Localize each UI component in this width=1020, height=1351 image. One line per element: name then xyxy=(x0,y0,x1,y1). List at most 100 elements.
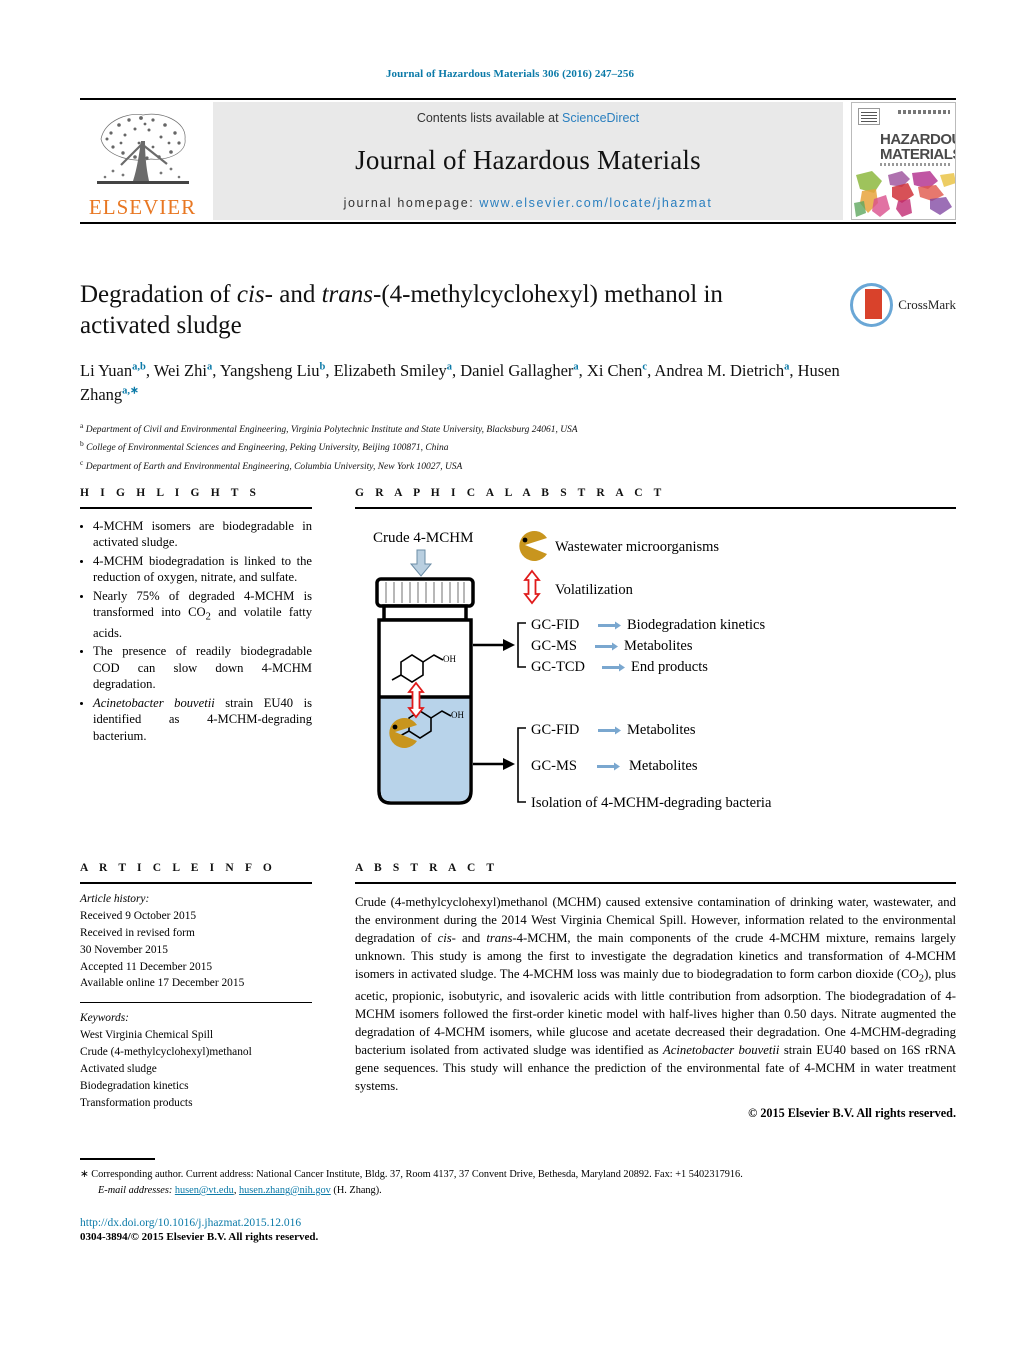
cover-world-map-art xyxy=(854,171,955,217)
legend-microorganisms-label: Wastewater microorganisms xyxy=(555,539,719,555)
keyword-item: Transformation products xyxy=(80,1096,193,1109)
elsevier-tree-icon xyxy=(96,113,189,184)
highlight-item: The presence of readily biodegradable CO… xyxy=(93,643,312,692)
ga-arrow-5 xyxy=(597,762,620,771)
title-trans: trans xyxy=(321,281,373,308)
email-line: E-mail addresses: husen@vt.edu, husen.zh… xyxy=(80,1183,956,1199)
highlight-item: Nearly 75% of degraded 4-MCHM is transfo… xyxy=(93,588,312,641)
title-cis: cis xyxy=(236,281,265,308)
ga-arrow-3 xyxy=(602,663,625,672)
corresponding-author-note: ∗ Corresponding author. Current address:… xyxy=(80,1167,956,1199)
ga-method-3: GC-TCD xyxy=(531,659,585,675)
abstract-copyright: © 2015 Elsevier B.V. All rights reserved… xyxy=(748,1105,956,1120)
ga-result-4: Metabolites xyxy=(627,722,696,738)
legend-volatilization-label: Volatilization xyxy=(555,582,634,598)
corresponding-text: Corresponding author. Current address: N… xyxy=(91,1169,743,1180)
legend-pacman-icon xyxy=(519,531,547,561)
ga-result-3: End products xyxy=(631,659,708,675)
keywords-divider xyxy=(80,1002,312,1004)
crossmark-icon xyxy=(850,283,894,327)
ga-result-2: Metabolites xyxy=(624,638,693,654)
affil-mark-b: b xyxy=(80,439,84,449)
ga-arrow-2 xyxy=(595,642,618,651)
highlights-list: 4-MCHM isomers are biodegradable in acti… xyxy=(80,518,312,744)
molecule-liquid-oh: OH xyxy=(451,710,464,720)
title-block: Degradation of cis- and trans-(4-methylc… xyxy=(80,280,956,475)
affil-text-b: College of Environmental Sciences and En… xyxy=(86,443,449,454)
history-item: Received 9 October 2015 xyxy=(80,909,197,922)
graphical-abstract-figure: Crude 4-MCHM OH OH Wastewater microorgan… xyxy=(355,519,956,829)
email-link-1[interactable]: husen@vt.edu xyxy=(175,1185,234,1196)
email-link-2[interactable]: husen.zhang@nih.gov xyxy=(239,1185,331,1196)
email-label: E-mail addresses: xyxy=(98,1184,173,1196)
journal-cover-thumbnail[interactable]: HAZARDOUS MATERIALS xyxy=(851,102,956,220)
contents-prefix: Contents lists available at xyxy=(416,111,563,125)
issn-copyright-line: 0304-3894/© 2015 Elsevier B.V. All right… xyxy=(80,1230,319,1243)
ga-result-1: Biodegradation kinetics xyxy=(627,617,765,633)
molecule-headspace-oh: OH xyxy=(443,654,456,664)
masthead-center-panel: Contents lists available at ScienceDirec… xyxy=(213,102,843,220)
footnote-rule xyxy=(80,1158,155,1160)
ga-input-label: Crude 4-MCHM xyxy=(373,530,473,546)
email-suffix: (H. Zhang). xyxy=(333,1184,382,1196)
doi-link[interactable]: http://dx.doi.org/10.1016/j.jhazmat.2015… xyxy=(80,1217,301,1229)
homepage-label: journal homepage: xyxy=(343,196,480,210)
journal-masthead: ELSEVIER Contents lists available at Sci… xyxy=(80,98,956,224)
abstract-rule xyxy=(355,882,956,884)
sciencedirect-link[interactable]: ScienceDirect xyxy=(562,111,639,125)
ga-method-1: GC-FID xyxy=(531,617,579,633)
journal-homepage-line: journal homepage: www.elsevier.com/locat… xyxy=(344,196,713,210)
keyword-item: Activated sludge xyxy=(80,1062,157,1075)
keywords-block: Keywords: West Virginia Chemical Spill C… xyxy=(80,1010,312,1111)
highlights-heading: H I G H L I G H T S xyxy=(80,487,261,499)
journal-article-first-page: Journal of Hazardous Materials 306 (2016… xyxy=(0,0,1020,1351)
doi-line: http://dx.doi.org/10.1016/j.jhazmat.2015… xyxy=(80,1217,956,1229)
highlights-rule xyxy=(80,507,312,509)
input-arrow-icon xyxy=(409,549,433,577)
graphical-abstract-rule xyxy=(355,507,956,509)
article-history-label: Article history: xyxy=(80,893,150,905)
article-info-heading: A R T I C L E I N F O xyxy=(80,862,276,874)
graphical-abstract-section: G R A P H I C A L A B S T R A C T Crude … xyxy=(355,487,956,829)
abstract-text: Crude (4-methylcyclohexyl)methanol (MCHM… xyxy=(355,895,956,1093)
affiliation-b: b College of Environmental Sciences and … xyxy=(80,438,956,457)
affiliation-list: a Department of Civil and Environmental … xyxy=(80,420,956,476)
homepage-url[interactable]: www.elsevier.com/locate/jhazmat xyxy=(479,196,712,210)
abstract-heading: A B S T R A C T xyxy=(355,862,499,874)
running-head: Journal of Hazardous Materials 306 (2016… xyxy=(385,68,635,80)
abstract-section: A B S T R A C T Crude (4-methylcyclohexy… xyxy=(355,862,956,1121)
ga-isolation-label: Isolation of 4-MCHM-degrading bacteria xyxy=(531,795,772,811)
ga-method-2: GC-MS xyxy=(531,638,577,654)
crossmark-badge[interactable]: CrossMark xyxy=(850,282,956,328)
history-item: Accepted 11 December 2015 xyxy=(80,960,213,973)
affiliation-c: c Department of Earth and Environmental … xyxy=(80,457,956,476)
page-title: Degradation of cis- and trans-(4-methylc… xyxy=(80,280,780,341)
affil-mark-c: c xyxy=(80,457,84,467)
graphical-abstract-heading: G R A P H I C A L A B S T R A C T xyxy=(355,487,666,499)
cover-publisher-logo-icon xyxy=(858,108,880,125)
ga-method-5: GC-MS xyxy=(531,758,577,774)
title-seg-1: Degradation of xyxy=(80,281,237,308)
keywords-label: Keywords: xyxy=(80,1012,129,1025)
affil-text-a: Department of Civil and Environmental En… xyxy=(85,425,578,435)
ga-arrow-4 xyxy=(598,726,621,735)
history-item: Available online 17 December 2015 xyxy=(80,977,245,990)
cover-subtitle-band xyxy=(880,163,952,166)
article-info-rule xyxy=(80,882,312,884)
cover-title-line2: MATERIALS xyxy=(880,146,956,163)
graphical-abstract-svg: Crude 4-MCHM OH OH Wastewater microorgan… xyxy=(373,530,772,811)
elsevier-logo: ELSEVIER xyxy=(80,102,205,220)
keyword-item: Crude (4-methylcyclohexyl)methanol xyxy=(80,1046,252,1058)
affil-text-c: Department of Earth and Environmental En… xyxy=(85,462,463,473)
author-list: Li Yuana,b, Wei Zhia, Yangsheng Liub, El… xyxy=(80,361,840,404)
ga-result-5: Metabolites xyxy=(629,758,698,774)
keyword-item: West Virginia Chemical Spill xyxy=(80,1029,214,1042)
highlight-item: 4-MCHM isomers are biodegradable in acti… xyxy=(93,518,312,551)
corresponding-star: ∗ xyxy=(80,1169,89,1180)
article-info-section: A R T I C L E I N F O Article history: R… xyxy=(80,862,312,1112)
history-item: Received in revised form xyxy=(80,926,195,939)
history-item: 30 November 2015 xyxy=(80,943,168,956)
elsevier-wordmark: ELSEVIER xyxy=(88,195,197,219)
highlight-item: Acinetobacter bouvetii strain EU40 is id… xyxy=(93,695,312,744)
ga-arrow-1 xyxy=(598,621,621,630)
